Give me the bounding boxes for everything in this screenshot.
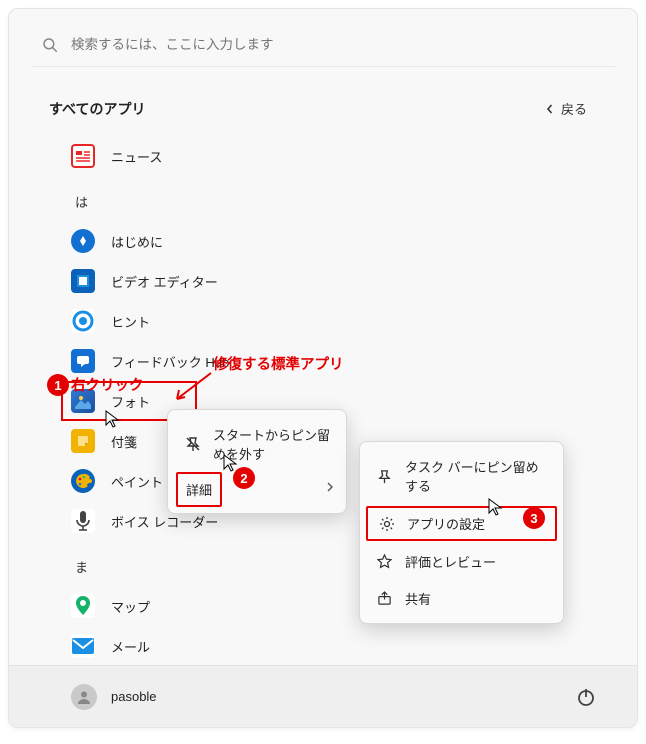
- app-label: ニュース: [111, 147, 162, 166]
- ctx-label: アプリの設定: [407, 514, 485, 533]
- paint-icon: [71, 469, 95, 493]
- pin-icon: [376, 468, 393, 485]
- search-icon: [41, 36, 59, 54]
- annotation-arrow: [169, 369, 219, 405]
- annotation-bubble-3: 3: [523, 507, 545, 529]
- mail-icon: [71, 634, 95, 658]
- search-bar[interactable]: [31, 23, 615, 67]
- apps-header: すべてのアプリ 戻る: [9, 75, 637, 136]
- context-menu-primary: スタートからピン留めを外す 詳細: [167, 409, 347, 514]
- annotation-bubble-1: 1: [47, 374, 69, 396]
- ctx-label: 詳細: [186, 480, 212, 499]
- app-label: ボイス レコーダー: [111, 512, 218, 531]
- sticky-note-icon: [71, 429, 95, 453]
- user-account-button[interactable]: pasoble: [71, 684, 157, 710]
- annotation-right-click: 右クリック: [71, 374, 144, 395]
- ctx-review[interactable]: 評価とレビュー: [360, 543, 563, 580]
- map-pin-icon: [71, 594, 95, 618]
- share-icon: [376, 590, 393, 607]
- chevron-left-icon: [545, 104, 555, 114]
- ctx-unpin-start[interactable]: スタートからピン留めを外す: [168, 416, 346, 472]
- power-button[interactable]: [575, 686, 597, 708]
- news-icon: [71, 144, 95, 168]
- app-label: ペイント: [111, 472, 163, 491]
- app-hajimeni[interactable]: はじめに: [71, 221, 597, 261]
- ctx-label: 共有: [405, 589, 431, 608]
- annotation-repair-app: 修復する標準アプリ: [213, 353, 344, 374]
- feedback-icon: [71, 349, 95, 373]
- app-label: ビデオ エディター: [111, 272, 218, 291]
- app-mail[interactable]: メール: [71, 626, 597, 666]
- compass-icon: [71, 229, 95, 253]
- letter-header-ha[interactable]: は: [71, 176, 597, 221]
- cursor-icon: [221, 453, 241, 473]
- app-label: フィードバック Hub: [111, 352, 229, 371]
- ctx-label: 評価とレビュー: [405, 552, 496, 571]
- back-button[interactable]: 戻る: [535, 95, 597, 122]
- gear-icon: [378, 515, 395, 532]
- app-hint[interactable]: ヒント: [71, 301, 597, 341]
- search-input[interactable]: [71, 37, 605, 52]
- ctx-share[interactable]: 共有: [360, 580, 563, 617]
- hint-icon: [71, 309, 95, 333]
- app-news[interactable]: ニュース: [71, 136, 597, 176]
- app-label: マップ: [111, 597, 150, 616]
- cursor-icon: [103, 409, 123, 429]
- chevron-right-icon: [326, 480, 334, 495]
- cursor-icon: [486, 497, 506, 517]
- footer-bar: pasoble: [9, 665, 637, 727]
- user-name: pasoble: [111, 689, 157, 704]
- app-label: ヒント: [111, 312, 150, 331]
- microphone-icon: [71, 509, 95, 533]
- back-label: 戻る: [561, 99, 587, 118]
- ctx-pin-taskbar[interactable]: タスク バーにピン留めする: [360, 448, 563, 504]
- context-menu-secondary: タスク バーにピン留めする アプリの設定 評価とレビュー 共有: [359, 441, 564, 624]
- app-label: はじめに: [111, 232, 163, 251]
- app-video-editor[interactable]: ビデオ エディター: [71, 261, 597, 301]
- ctx-detail[interactable]: 詳細: [176, 472, 222, 507]
- ctx-label: タスク バーにピン留めする: [405, 457, 547, 495]
- star-icon: [376, 553, 393, 570]
- unpin-icon: [184, 436, 201, 453]
- avatar-icon: [71, 684, 97, 710]
- app-label: 付箋: [111, 432, 137, 451]
- video-icon: [71, 269, 95, 293]
- start-menu-window: すべてのアプリ 戻る ニュース は はじめに ビデオ エディタ: [8, 8, 638, 728]
- all-apps-title: すべてのアプリ: [49, 99, 145, 119]
- app-label: メール: [111, 637, 150, 656]
